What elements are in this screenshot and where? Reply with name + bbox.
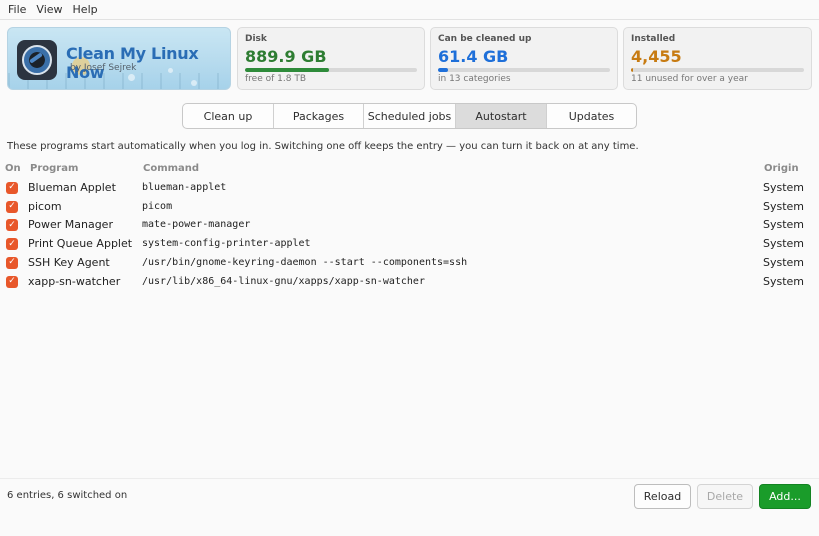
installed-sub: 11 unused for over a year: [631, 74, 748, 84]
footer-bar: 6 entries, 6 switched on Reload Delete A…: [0, 478, 819, 514]
app-logo-icon: [17, 40, 57, 80]
checkmark-icon[interactable]: ✓: [6, 181, 18, 194]
installed-card: Installed 4,455 11 unused for over a yea…: [623, 27, 812, 90]
brand-banner: Clean My Linux Now by Josef Sejrek: [7, 27, 231, 90]
disk-card: Disk 889.9 GB free of 1.8 TB: [237, 27, 425, 90]
tab-bar: Clean up Packages Scheduled jobs Autosta…: [182, 103, 637, 129]
menubar: File View Help: [0, 0, 819, 20]
disk-usage-bar: [245, 68, 417, 72]
checkmark-icon[interactable]: ✓: [6, 200, 18, 213]
disk-usage-fill: [245, 68, 330, 72]
menu-file[interactable]: File: [4, 3, 30, 16]
table-header: On Program Command Origin: [0, 160, 819, 179]
installed-bar: [631, 68, 804, 72]
header-on[interactable]: On: [5, 163, 21, 174]
program-name: Blueman Applet: [28, 180, 116, 194]
disk-value: 889.9 GB: [245, 47, 327, 66]
program-name: picom: [28, 199, 62, 213]
program-command: blueman-applet: [142, 181, 227, 193]
program-origin: System: [763, 218, 805, 232]
table-row[interactable]: ✓ Power Manager mate-power-manager Syste…: [0, 216, 819, 235]
autostart-table: On Program Command Origin ✓ Blueman Appl…: [0, 160, 819, 292]
installed-fill: [631, 68, 633, 72]
checkmark-icon[interactable]: ✓: [6, 256, 18, 269]
program-origin: System: [763, 237, 805, 251]
entries-status: 6 entries, 6 switched on: [7, 490, 128, 501]
installed-value: 4,455: [631, 47, 682, 66]
table-row[interactable]: ✓ xapp-sn-watcher /usr/lib/x86_64-linux-…: [0, 273, 819, 292]
tab-updates[interactable]: Updates: [547, 104, 636, 128]
cleanable-label: Can be cleaned up: [438, 34, 532, 44]
table-row[interactable]: ✓ picom picom System: [0, 198, 819, 217]
checkmark-icon[interactable]: ✓: [6, 275, 18, 288]
cleanable-sub: in 13 categories: [438, 74, 511, 84]
program-command: mate-power-manager: [142, 219, 251, 231]
program-name: Print Queue Applet: [28, 237, 133, 251]
delete-button[interactable]: Delete: [697, 484, 753, 509]
reload-button[interactable]: Reload: [634, 484, 691, 509]
tab-clean-up[interactable]: Clean up: [183, 104, 274, 128]
program-command: /usr/bin/gnome-keyring-daemon --start --…: [142, 256, 468, 268]
add-button[interactable]: Add...: [759, 484, 811, 509]
cleanable-card: Can be cleaned up 61.4 GB in 13 categori…: [430, 27, 618, 90]
checkmark-icon[interactable]: ✓: [6, 219, 18, 232]
checkmark-icon[interactable]: ✓: [6, 238, 18, 251]
cleanable-value: 61.4 GB: [438, 47, 509, 66]
tab-autostart[interactable]: Autostart: [456, 104, 547, 128]
header-command[interactable]: Command: [143, 163, 199, 174]
program-command: picom: [142, 200, 173, 212]
tab-packages[interactable]: Packages: [274, 104, 364, 128]
cleanable-fill: [438, 68, 449, 72]
header-origin[interactable]: Origin: [764, 163, 799, 174]
app-author: by Josef Sejrek: [70, 63, 137, 73]
program-name: SSH Key Agent: [28, 255, 110, 269]
program-origin: System: [763, 199, 805, 213]
cleanable-bar: [438, 68, 610, 72]
program-origin: System: [763, 255, 805, 269]
menu-view[interactable]: View: [32, 3, 66, 16]
table-row[interactable]: ✓ SSH Key Agent /usr/bin/gnome-keyring-d…: [0, 254, 819, 273]
table-row[interactable]: ✓ Print Queue Applet system-config-print…: [0, 235, 819, 254]
disk-label: Disk: [245, 34, 267, 44]
program-origin: System: [763, 180, 805, 194]
tab-scheduled-jobs[interactable]: Scheduled jobs: [364, 104, 456, 128]
program-command: /usr/lib/x86_64-linux-gnu/xapps/xapp-sn-…: [142, 275, 425, 287]
installed-label: Installed: [631, 34, 676, 44]
table-row[interactable]: ✓ Blueman Applet blueman-applet System: [0, 179, 819, 198]
program-origin: System: [763, 274, 805, 288]
autostart-description: These programs start automatically when …: [7, 141, 639, 152]
disk-sub: free of 1.8 TB: [245, 74, 306, 84]
header-program[interactable]: Program: [30, 163, 78, 174]
menu-help[interactable]: Help: [69, 3, 102, 16]
program-command: system-config-printer-applet: [142, 238, 311, 250]
program-name: xapp-sn-watcher: [28, 274, 121, 288]
program-name: Power Manager: [28, 218, 113, 232]
